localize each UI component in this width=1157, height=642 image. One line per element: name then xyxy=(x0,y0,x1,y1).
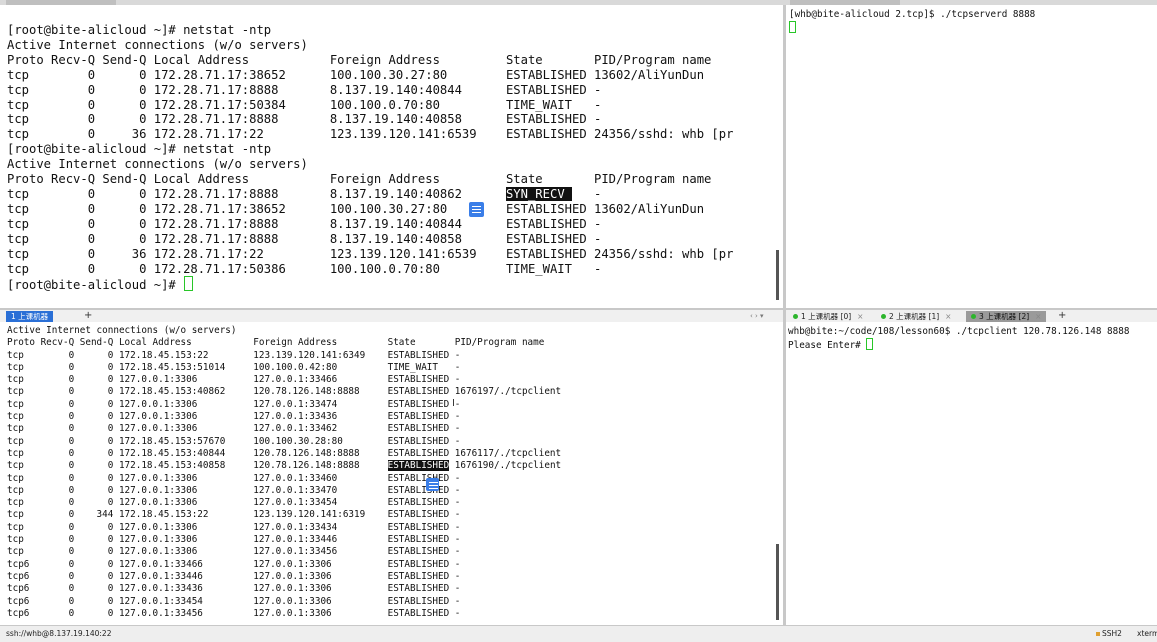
command-line: whb@bite:~/code/108/lesson60$ ./tcpclien… xyxy=(788,326,1130,337)
terminal-line: tcp 0 0 172.28.71.17:50384 100.100.0.70:… xyxy=(7,97,602,112)
tab-label: 3 上课机器 [2] xyxy=(979,312,1030,321)
scrollbar[interactable] xyxy=(776,250,779,300)
terminal-line: tcp 0 0 127.0.0.1:3306 127.0.0.1:33470 E… xyxy=(7,484,461,496)
status-dot-icon xyxy=(793,314,798,319)
terminal-line: tcp 0 0 172.18.45.153:40844 120.78.126.1… xyxy=(7,447,562,459)
tab-label: 1 上课机器 [0] xyxy=(801,312,852,321)
tab-session-1[interactable]: 2 上课机器 [1] × xyxy=(876,311,956,322)
cursor xyxy=(789,21,796,34)
terminal-line: tcp 0 36 172.28.71.17:22 123.139.120.141… xyxy=(7,127,734,142)
tab-label: 2 上课机器 [1] xyxy=(889,312,940,321)
terminal-line: Proto Recv-Q Send-Q Local Address Foreig… xyxy=(7,52,712,67)
prompt-line: [root@bite-alicloud ~]# xyxy=(7,278,184,293)
terminal-line: tcp 0 0 172.18.45.153:40858 120.78.126.1… xyxy=(7,460,562,472)
terminal-line: tcp 0 0 127.0.0.1:3306 127.0.0.1:33436 E… xyxy=(7,411,461,423)
tab-session-2[interactable]: 3 上课机器 [2] × xyxy=(966,311,1047,322)
tab-session-1[interactable]: 1 上课机器 xyxy=(6,311,54,322)
terminal-line: tcp 0 0 172.28.71.17:38652 100.100.30.27… xyxy=(7,67,705,82)
prompt-line: Please Enter# xyxy=(788,340,867,352)
note-icon[interactable] xyxy=(426,478,439,491)
terminal-line: tcp 0 0 127.0.0.1:3306 127.0.0.1:33446 E… xyxy=(7,534,461,546)
tab-session-0[interactable]: 1 上课机器 [0] × xyxy=(788,311,868,322)
terminal-output: [whb@bite-alicloud 2.tcp]$ ./tcpserverd … xyxy=(786,5,1157,36)
terminal-line: [root@bite-alicloud ~]# netstat -ntp xyxy=(7,142,272,157)
selected-state: SYN_RECV xyxy=(505,186,572,201)
terminal-line: tcp 0 0 172.18.45.153:22 123.139.120.141… xyxy=(7,349,461,361)
terminal-line: Active Internet connections (w/o servers… xyxy=(7,325,237,336)
terminal-line: tcp 0 0 172.18.45.153:40862 120.78.126.1… xyxy=(7,386,562,398)
terminal-line: tcp 0 0 172.28.71.17:8888 8.137.19.140:4… xyxy=(7,112,602,127)
tab-nav-arrows[interactable]: ‹ › ▾ xyxy=(750,310,764,322)
terminal-line: tcp 0 0 172.28.71.17:8888 8.137.19.140:4… xyxy=(7,82,602,97)
selected-state: ESTABLISHED xyxy=(387,460,450,472)
terminal-line: tcp 0 0 127.0.0.1:3306 127.0.0.1:33462 E… xyxy=(7,423,461,435)
terminal-line: tcp 0 344 172.18.45.153:22 123.139.120.1… xyxy=(7,509,461,521)
terminal-pane-top-right[interactable]: [whb@bite-alicloud 2.tcp]$ ./tcpserverd … xyxy=(786,5,1157,308)
cursor xyxy=(866,338,874,351)
status-bar: ssh://whb@8.137.19.140:22 SSH2 xterm xyxy=(0,625,1157,642)
terminal-line: tcp 0 0 127.0.0.1:3306 127.0.0.1:33474 E… xyxy=(7,398,461,410)
tab-label: 1 上课机器 xyxy=(11,312,49,321)
terminal-line: Proto Recv-Q Send-Q Local Address Foreig… xyxy=(7,337,545,349)
connection-path: ssh://whb@8.137.19.140:22 xyxy=(6,629,112,638)
terminal-line: tcp 0 0 127.0.0.1:3306 127.0.0.1:33454 E… xyxy=(7,497,461,509)
terminal-line: tcp 0 0 172.28.71.17:8888 8.137.19.140:4… xyxy=(7,186,602,201)
add-tab-button[interactable]: + xyxy=(84,310,92,321)
terminal-line: Active Internet connections (w/o servers… xyxy=(7,37,308,52)
terminal-line: tcp 0 0 172.28.71.17:8888 8.137.19.140:4… xyxy=(7,231,602,246)
terminal-line: tcp6 0 0 127.0.0.1:33446 127.0.0.1:3306 … xyxy=(7,570,461,582)
terminal-line: tcp 0 0 127.0.0.1:3306 127.0.0.1:33456 E… xyxy=(7,546,461,558)
cursor xyxy=(184,276,194,292)
terminal-line: tcp 0 0 172.28.71.17:38652 100.100.30.27… xyxy=(7,201,705,216)
terminal-output: whb@bite:~/code/108/lesson60$ ./tcpclien… xyxy=(786,322,1157,353)
terminal-line: tcp 0 0 172.28.71.17:8888 8.137.19.140:4… xyxy=(7,216,602,231)
terminal-line: Active Internet connections (w/o servers… xyxy=(7,157,308,172)
close-icon[interactable]: × xyxy=(1035,312,1041,321)
command-line: [whb@bite-alicloud 2.tcp]$ ./tcpserverd … xyxy=(789,9,1036,20)
close-icon[interactable]: × xyxy=(945,312,951,321)
terminal-line: tcp6 0 0 127.0.0.1:33456 127.0.0.1:3306 … xyxy=(7,607,461,619)
terminal-type: xterm xyxy=(1137,629,1157,638)
terminal-line: tcp 0 0 127.0.0.1:3306 127.0.0.1:33434 E… xyxy=(7,521,461,533)
terminal-output: [root@bite-alicloud ~]# netstat -ntp Acti… xyxy=(0,5,783,293)
text-cursor-icon: I xyxy=(452,398,455,409)
protocol-indicator: SSH2 xyxy=(1096,626,1122,641)
terminal-line: tcp6 0 0 127.0.0.1:33466 127.0.0.1:3306 … xyxy=(7,558,461,570)
terminal-line: tcp 0 0 127.0.0.1:3306 127.0.0.1:33466 E… xyxy=(7,374,461,386)
terminal-line: tcp6 0 0 127.0.0.1:33436 127.0.0.1:3306 … xyxy=(7,583,461,595)
close-icon[interactable]: × xyxy=(857,312,863,321)
terminal-line: tcp 0 36 172.28.71.17:22 123.139.120.141… xyxy=(7,246,734,261)
terminal-line: tcp 0 0 172.18.45.153:57670 100.100.30.2… xyxy=(7,435,461,447)
terminal-line: Proto Recv-Q Send-Q Local Address Foreig… xyxy=(7,172,712,187)
terminal-line: tcp 0 0 127.0.0.1:3306 127.0.0.1:33460 E… xyxy=(7,472,461,484)
status-dot-icon xyxy=(881,314,886,319)
scrollbar[interactable] xyxy=(776,544,779,620)
note-icon[interactable] xyxy=(469,202,484,217)
terminal-line: tcp 0 0 172.18.45.153:51014 100.100.0.42… xyxy=(7,361,461,373)
terminal-pane-bottom-right[interactable]: whb@bite:~/code/108/lesson60$ ./tcpclien… xyxy=(786,322,1157,624)
add-tab-button[interactable]: + xyxy=(1058,310,1066,321)
terminal-pane-top-left[interactable]: [root@bite-alicloud ~]# netstat -ntp Acti… xyxy=(0,5,783,308)
terminal-line: tcp6 0 0 127.0.0.1:33454 127.0.0.1:3306 … xyxy=(7,595,461,607)
terminal-pane-bottom-left[interactable]: Active Internet connections (w/o servers… xyxy=(0,322,783,624)
terminal-line: [root@bite-alicloud ~]# netstat -ntp xyxy=(7,23,272,37)
terminal-line: tcp 0 0 172.28.71.17:50386 100.100.0.70:… xyxy=(7,261,602,276)
status-dot-icon xyxy=(971,314,976,319)
terminal-output: Active Internet connections (w/o servers… xyxy=(0,322,783,620)
